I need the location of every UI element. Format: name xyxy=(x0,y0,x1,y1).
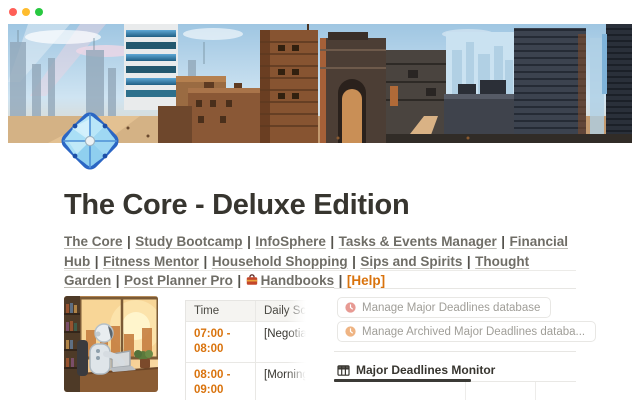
nav-separator: | xyxy=(247,234,251,249)
page-icon[interactable] xyxy=(59,110,121,172)
active-tab-indicator xyxy=(334,379,471,382)
daily-schedule-table: Time Daily Sch 07:00 - 08:00 [Negotia 08… xyxy=(185,300,309,400)
schedule-cell-activity[interactable]: [Negotia xyxy=(256,322,309,363)
nav-separator: | xyxy=(116,273,120,288)
robot-photo-illustration xyxy=(64,296,158,392)
divider xyxy=(64,270,576,271)
schedule-header-row: Time Daily Sch xyxy=(186,301,309,322)
nav-link-household-shopping[interactable]: Household Shopping xyxy=(212,254,348,269)
clock-icon xyxy=(345,302,356,313)
nav-link-handbooks[interactable]: Handbooks xyxy=(261,273,335,288)
divider xyxy=(334,288,576,289)
schedule-cell-time[interactable]: 08:00 - 09:00 xyxy=(186,363,256,400)
manage-major-deadlines-button[interactable]: Manage Major Deadlines database xyxy=(337,297,551,318)
nav-link-infosphere[interactable]: InfoSphere xyxy=(255,234,326,249)
nav-link-the-core[interactable]: The Core xyxy=(64,234,123,249)
schedule-row: 07:00 - 08:00 [Negotia xyxy=(186,322,309,363)
schedule-row: 08:00 - 09:00 [Morning xyxy=(186,363,309,400)
monitor-table-column-border xyxy=(465,382,466,400)
schedule-cell-activity[interactable]: [Morning xyxy=(256,363,309,400)
window-titlebar xyxy=(0,0,640,24)
nav-separator: | xyxy=(127,234,131,249)
nav-separator: | xyxy=(204,254,208,269)
nav-separator: | xyxy=(352,254,356,269)
fullscreen-button[interactable] xyxy=(35,8,43,16)
page-title: The Core - Deluxe Edition xyxy=(64,189,409,221)
nav-link-fitness-mentor[interactable]: Fitness Mentor xyxy=(103,254,199,269)
divider xyxy=(334,351,576,352)
schedule-header-activity[interactable]: Daily Sch xyxy=(256,301,309,322)
minimize-button[interactable] xyxy=(22,8,30,16)
nav-separator: | xyxy=(501,234,505,249)
nav-separator: | xyxy=(339,273,343,288)
nav-links: The Core | Study Bootcamp | InfoSphere | Tasks… xyxy=(64,232,578,291)
nav-link-sips-and-spirits[interactable]: Sips and Spirits xyxy=(360,254,462,269)
close-button[interactable] xyxy=(9,8,17,16)
tab-major-deadlines-monitor[interactable]: Major Deadlines Monitor xyxy=(337,361,495,379)
nav-link-post-planner-pro[interactable]: Post Planner Pro xyxy=(124,273,233,288)
clock-icon xyxy=(345,326,356,337)
manage-archived-major-deadlines-button[interactable]: Manage Archived Major Deadlines databa..… xyxy=(337,321,596,342)
nav-link-help[interactable]: [Help] xyxy=(347,273,385,288)
nav-link-tasks-events-manager[interactable]: Tasks & Events Manager xyxy=(339,234,497,249)
tab-label: Major Deadlines Monitor xyxy=(356,363,495,377)
table-icon xyxy=(337,364,350,377)
nav-separator: | xyxy=(330,234,334,249)
schedule-header-time[interactable]: Time xyxy=(186,301,256,322)
nav-separator: | xyxy=(95,254,99,269)
notion-window: The Core - Deluxe Edition The Core | Study… xyxy=(0,0,640,400)
button-label: Manage Archived Major Deadlines databa..… xyxy=(362,326,585,338)
nav-link-study-bootcamp[interactable]: Study Bootcamp xyxy=(135,234,242,249)
robot-at-desk-photo[interactable] xyxy=(64,296,158,392)
nav-separator: | xyxy=(237,273,241,288)
blue-diamond-tile-icon xyxy=(59,110,121,172)
schedule-cell-time[interactable]: 07:00 - 08:00 xyxy=(186,322,256,363)
monitor-table-column-border xyxy=(535,382,536,400)
button-label: Manage Major Deadlines database xyxy=(362,302,540,314)
toolbox-emoji-icon xyxy=(246,274,258,286)
nav-separator: | xyxy=(467,254,471,269)
